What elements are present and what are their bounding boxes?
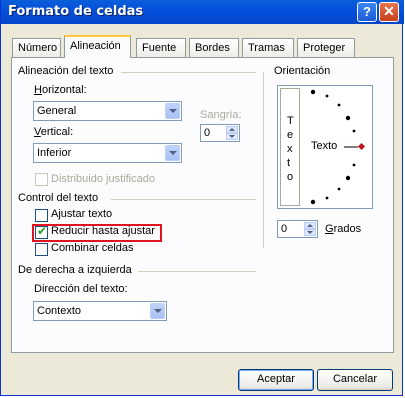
dial-text: Texto	[311, 140, 338, 152]
degrees-spinner[interactable]: 0	[277, 220, 318, 238]
tab-bordes[interactable]: Bordes	[189, 38, 239, 58]
rtl-heading: De derecha a izquierda	[18, 264, 132, 276]
divider	[138, 271, 256, 272]
orientation-heading: Orientación	[272, 65, 333, 77]
spin-up-icon[interactable]	[226, 126, 238, 133]
chevron-down-icon[interactable]	[150, 303, 165, 319]
text-control-heading: Control del texto	[18, 192, 99, 204]
horizontal-select[interactable]: General	[33, 101, 182, 121]
wrap-text-checkbox[interactable]	[35, 209, 48, 222]
spin-down-icon[interactable]	[226, 133, 238, 140]
divider	[111, 199, 256, 200]
indent-label: Sangría:	[200, 109, 242, 121]
horizontal-label: Horizontal:	[34, 84, 87, 96]
indent-spinner[interactable]: 0	[200, 124, 240, 142]
orientation-frame-left	[263, 72, 264, 248]
spin-down-icon[interactable]	[304, 229, 316, 236]
vertical-select[interactable]: Inferior	[33, 143, 182, 163]
spinner-arrows[interactable]	[304, 222, 316, 236]
degrees-label: Grados	[325, 223, 362, 235]
title-bar[interactable]: Formato de celdas ? ✕	[1, 0, 404, 24]
vertical-label: Vertical:	[34, 126, 74, 138]
divider	[121, 72, 256, 73]
ok-button[interactable]: Aceptar	[238, 369, 314, 391]
text-alignment-heading: Alineación del texto	[18, 65, 114, 77]
dialog-title: Formato de celdas	[8, 4, 144, 19]
shrink-to-fit-checkbox[interactable]: ✔	[35, 224, 48, 239]
tab-numero[interactable]: Número	[12, 38, 61, 58]
chevron-down-icon[interactable]	[165, 145, 180, 161]
spinner-arrows[interactable]	[226, 126, 238, 140]
text-direction-select[interactable]: Contexto	[33, 301, 167, 321]
checkmark-icon: ✔	[37, 224, 48, 238]
text-direction-value: Contexto	[37, 305, 82, 317]
spin-up-icon[interactable]	[304, 222, 316, 229]
cancel-button[interactable]: Cancelar	[317, 369, 393, 391]
distributed-label: Distribuido justificado	[51, 173, 155, 185]
tab-proteger[interactable]: Proteger	[297, 38, 355, 58]
shrink-to-fit-label: Reducir hasta ajustar	[51, 225, 155, 237]
chevron-down-icon[interactable]	[165, 103, 180, 119]
wrap-text-label: Ajustar texto	[51, 208, 113, 220]
horizontal-value: General	[37, 105, 77, 117]
vertical-value: Inferior	[37, 147, 72, 159]
distributed-checkbox[interactable]	[35, 173, 48, 186]
tab-fuente[interactable]: Fuente	[136, 38, 186, 58]
help-button[interactable]: ?	[357, 2, 377, 22]
text-direction-label: Dirección del texto:	[34, 283, 128, 295]
orientation-control[interactable]: T e x t o Texto	[277, 85, 373, 209]
tab-alineacion[interactable]: Alineación	[64, 35, 131, 58]
indent-value: 0	[204, 127, 211, 139]
merge-cells-checkbox[interactable]	[35, 243, 48, 256]
merge-cells-label: Combinar celdas	[51, 242, 134, 254]
degrees-value: 0	[281, 223, 288, 235]
close-button[interactable]: ✕	[379, 2, 399, 22]
tab-tramas[interactable]: Tramas	[242, 38, 294, 58]
format-cells-dialog: Formato de celdas ? ✕ Número Alineación …	[0, 0, 404, 396]
